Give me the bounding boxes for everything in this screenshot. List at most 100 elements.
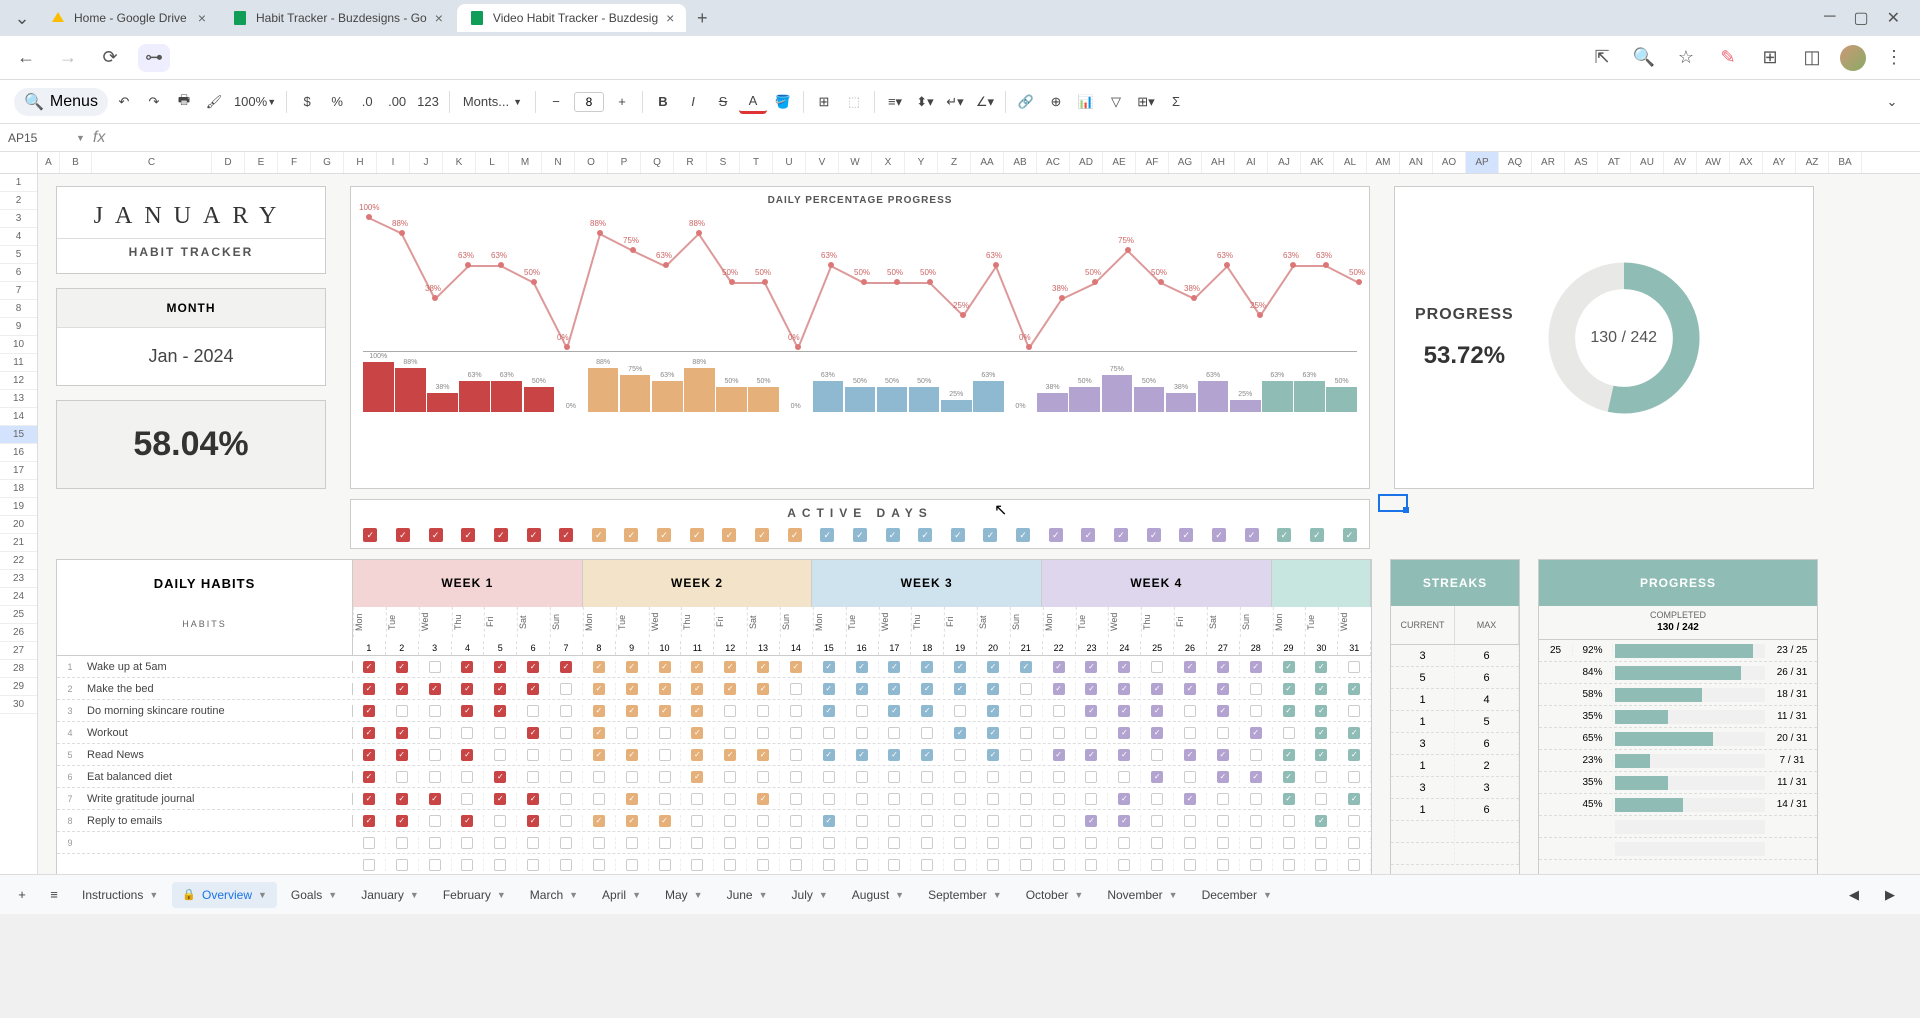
habit-checkbox[interactable] [888, 859, 900, 871]
col-header-BA[interactable]: BA [1829, 152, 1862, 173]
row-header-5[interactable]: 5 [0, 246, 37, 264]
redo-button[interactable]: ↷ [140, 87, 168, 117]
habit-checkbox[interactable] [527, 705, 539, 717]
zoom-select[interactable]: 100% ▼ [230, 87, 280, 117]
habit-checkbox[interactable] [888, 815, 900, 827]
col-header-O[interactable]: O [575, 152, 608, 173]
format-percent[interactable]: % [323, 87, 351, 117]
habit-checkbox[interactable]: ✓ [954, 661, 966, 673]
habit-checkbox[interactable]: ✓ [363, 705, 375, 717]
habit-checkbox[interactable] [527, 837, 539, 849]
active-day-check[interactable]: ✓ [1049, 528, 1063, 542]
zoom-icon[interactable]: 🔍 [1630, 44, 1658, 72]
habit-checkbox[interactable]: ✓ [1118, 727, 1130, 739]
habit-checkbox[interactable]: ✓ [1118, 683, 1130, 695]
col-header-AY[interactable]: AY [1763, 152, 1796, 173]
habit-checkbox[interactable]: ✓ [1020, 661, 1032, 673]
habit-checkbox[interactable] [790, 727, 802, 739]
habit-checkbox[interactable] [1315, 771, 1327, 783]
habit-checkbox[interactable]: ✓ [1348, 749, 1360, 761]
habit-checkbox[interactable]: ✓ [659, 683, 671, 695]
habit-checkbox[interactable] [921, 837, 933, 849]
habit-checkbox[interactable] [724, 705, 736, 717]
habit-checkbox[interactable] [1151, 859, 1163, 871]
active-day-check[interactable]: ✓ [363, 528, 377, 542]
col-header-AC[interactable]: AC [1037, 152, 1070, 173]
row-header-4[interactable]: 4 [0, 228, 37, 246]
habit-checkbox[interactable]: ✓ [1053, 749, 1065, 761]
habit-name[interactable]: Eat balanced diet [83, 771, 353, 783]
habit-checkbox[interactable]: ✓ [823, 705, 835, 717]
habit-name[interactable]: Do morning skincare routine [83, 705, 353, 717]
habit-checkbox[interactable] [921, 815, 933, 827]
habit-checkbox[interactable] [593, 771, 605, 783]
habit-checkbox[interactable]: ✓ [1315, 749, 1327, 761]
habit-checkbox[interactable] [429, 661, 441, 673]
col-header-AG[interactable]: AG [1169, 152, 1202, 173]
habit-checkbox[interactable] [987, 837, 999, 849]
habit-checkbox[interactable]: ✓ [494, 661, 506, 673]
habit-checkbox[interactable] [1020, 683, 1032, 695]
habit-checkbox[interactable]: ✓ [921, 661, 933, 673]
col-header-V[interactable]: V [806, 152, 839, 173]
habit-checkbox[interactable] [1020, 727, 1032, 739]
habit-checkbox[interactable] [1184, 837, 1196, 849]
strikethrough-button[interactable]: S [709, 87, 737, 117]
col-header-AA[interactable]: AA [971, 152, 1004, 173]
habit-checkbox[interactable]: ✓ [757, 661, 769, 673]
active-day-check[interactable]: ✓ [918, 528, 932, 542]
habit-checkbox[interactable] [1085, 771, 1097, 783]
habit-checkbox[interactable] [856, 771, 868, 783]
col-header-U[interactable]: U [773, 152, 806, 173]
close-icon[interactable]: × [435, 10, 443, 26]
habit-checkbox[interactable]: ✓ [593, 749, 605, 761]
comment-button[interactable]: ⊕ [1042, 87, 1070, 117]
habit-checkbox[interactable] [560, 705, 572, 717]
habit-checkbox[interactable] [790, 771, 802, 783]
habit-checkbox[interactable]: ✓ [724, 749, 736, 761]
habit-checkbox[interactable] [1020, 749, 1032, 761]
habit-checkbox[interactable] [888, 793, 900, 805]
habit-checkbox[interactable] [1250, 859, 1262, 871]
habit-checkbox[interactable] [1151, 793, 1163, 805]
col-header-M[interactable]: M [509, 152, 542, 173]
habit-checkbox[interactable] [396, 705, 408, 717]
col-header-Q[interactable]: Q [641, 152, 674, 173]
formula-input[interactable] [113, 131, 1912, 145]
habit-checkbox[interactable]: ✓ [527, 661, 539, 673]
habit-checkbox[interactable] [724, 727, 736, 739]
habit-checkbox[interactable]: ✓ [1250, 661, 1262, 673]
habit-checkbox[interactable] [461, 727, 473, 739]
menus-button[interactable]: 🔍 Menus [14, 88, 108, 116]
habit-checkbox[interactable]: ✓ [691, 749, 703, 761]
habit-checkbox[interactable] [1053, 705, 1065, 717]
increase-decimal[interactable]: .00 [383, 87, 411, 117]
habit-checkbox[interactable]: ✓ [1053, 661, 1065, 673]
sidepanel-icon[interactable]: ◫ [1798, 44, 1826, 72]
filter-button[interactable]: ▽ [1102, 87, 1130, 117]
habit-checkbox[interactable]: ✓ [987, 705, 999, 717]
sheet-tab-january[interactable]: January▼ [351, 882, 429, 908]
all-sheets-button[interactable]: ≡ [40, 880, 68, 910]
habit-checkbox[interactable]: ✓ [1217, 683, 1229, 695]
col-header-J[interactable]: J [410, 152, 443, 173]
active-day-check[interactable]: ✓ [1147, 528, 1161, 542]
habit-checkbox[interactable] [461, 837, 473, 849]
habit-checkbox[interactable]: ✓ [1118, 661, 1130, 673]
habit-checkbox[interactable] [626, 837, 638, 849]
habit-checkbox[interactable] [429, 815, 441, 827]
habit-checkbox[interactable] [888, 727, 900, 739]
maximize-icon[interactable]: ▢ [1853, 8, 1868, 28]
habit-checkbox[interactable] [1184, 771, 1196, 783]
col-header-AO[interactable]: AO [1433, 152, 1466, 173]
habit-checkbox[interactable] [954, 815, 966, 827]
avatar[interactable] [1840, 45, 1866, 71]
habit-checkbox[interactable]: ✓ [363, 749, 375, 761]
col-header-G[interactable]: G [311, 152, 344, 173]
habit-checkbox[interactable] [560, 749, 572, 761]
print-button[interactable]: 🖶 [170, 87, 198, 117]
habit-checkbox[interactable] [1184, 815, 1196, 827]
sheet-tab-july[interactable]: July▼ [782, 882, 838, 908]
habit-checkbox[interactable] [1348, 837, 1360, 849]
habit-checkbox[interactable] [429, 705, 441, 717]
